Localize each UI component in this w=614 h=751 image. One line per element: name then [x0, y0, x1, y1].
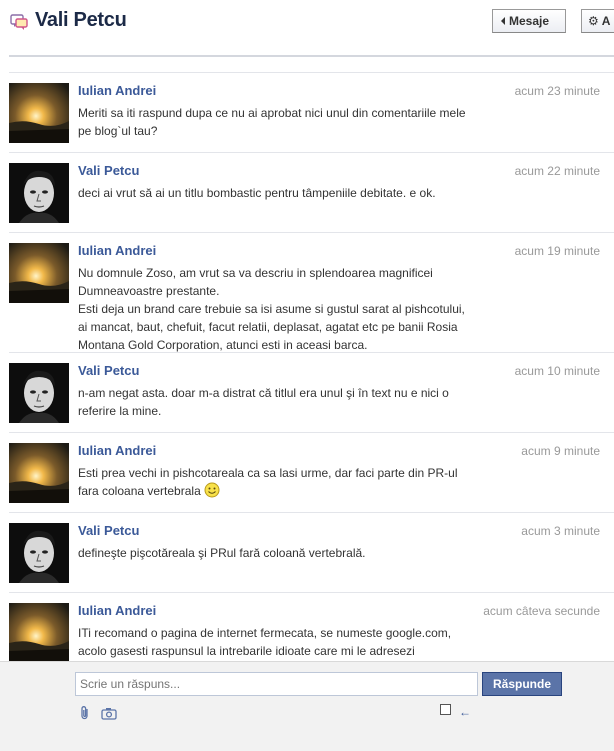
- message-item: Vali Petcu acum 3 minute defineşte pişcotă…: [9, 513, 614, 593]
- message-line: Esti deja un brand care trebuie sa isi a…: [78, 300, 508, 318]
- message-author[interactable]: Vali Petcu: [78, 363, 139, 378]
- message-line-text: Montana Gold Corporation, atunci esti in…: [78, 338, 368, 352]
- message-line: Montana Gold Corporation, atunci esti in…: [78, 336, 508, 354]
- header-divider: [9, 55, 614, 57]
- actions-button[interactable]: ⚙ A: [581, 9, 614, 33]
- message-timestamp: acum câteva secunde: [483, 604, 600, 618]
- message-item: Vali Petcu acum 10 minute n-am negat asta.…: [9, 353, 614, 433]
- message-item: Iulian Andrei acum 23 minute Meriti sa iti…: [9, 73, 614, 153]
- message-line-text: n-am negat asta. doar m-a distrat că tit…: [78, 386, 449, 400]
- camera-icon[interactable]: [101, 707, 117, 720]
- message-timestamp: acum 3 minute: [521, 524, 600, 538]
- message-text: deci ai vrut să ai un titlu bombastic pe…: [78, 184, 508, 202]
- portrait-avatar[interactable]: [9, 363, 69, 423]
- messages-back-button[interactable]: Mesaje: [492, 9, 566, 33]
- message-text: defineşte pişcotăreala şi PRul fară colo…: [78, 544, 508, 562]
- message-author[interactable]: Iulian Andrei: [78, 83, 156, 98]
- reply-composer: Răspunde ←: [0, 661, 614, 751]
- message-item: Iulian Andrei acum 9 minute Esti prea vech…: [9, 433, 614, 513]
- message-line-text: Esti deja un brand care trebuie sa isi a…: [78, 302, 465, 316]
- sunset-avatar[interactable]: [9, 603, 69, 663]
- message-line: Esti prea vechi in pishcotareala ca sa l…: [78, 464, 508, 482]
- portrait-avatar[interactable]: [9, 163, 69, 223]
- message-text: n-am negat asta. doar m-a distrat că tit…: [78, 384, 508, 420]
- message-line-text: acolo gasesti raspunsul la intrebarile i…: [78, 644, 415, 658]
- back-arrow-icon: [501, 17, 505, 26]
- message-line: fara coloana vertebrala: [78, 482, 508, 500]
- message-line-text: Esti prea vechi in pishcotareala ca sa l…: [78, 466, 458, 480]
- message-line-text: ai mancat, baut, chefuit, facut relatii,…: [78, 320, 458, 334]
- message-line-text: ITi recomand o pagina de internet fermec…: [78, 626, 452, 640]
- message-author[interactable]: Vali Petcu: [78, 163, 139, 178]
- message-item: Iulian Andrei acum 19 minute Nu domnule Zo…: [9, 233, 614, 353]
- reply-button[interactable]: Răspunde: [482, 672, 562, 696]
- sunset-avatar[interactable]: [9, 83, 69, 143]
- message-line: ai mancat, baut, chefuit, facut relatii,…: [78, 318, 508, 336]
- message-line-text: Dumneavoastre prestante.: [78, 284, 220, 298]
- message-line-text: fara coloana vertebrala: [78, 484, 201, 498]
- portrait-avatar[interactable]: [9, 523, 69, 583]
- actions-label: A: [601, 14, 611, 28]
- message-line: Meriti sa iti raspund dupa ce nu ai apro…: [78, 104, 508, 122]
- message-line: acolo gasesti raspunsul la intrebarile i…: [78, 642, 508, 660]
- reply-input[interactable]: [75, 672, 478, 696]
- message-author[interactable]: Iulian Andrei: [78, 243, 156, 258]
- smiley-icon: [204, 482, 220, 498]
- conversation-title: Vali Petcu: [35, 9, 127, 31]
- message-line: defineşte pişcotăreala şi PRul fară colo…: [78, 544, 508, 562]
- message-author[interactable]: Vali Petcu: [78, 523, 139, 538]
- message-line-text: defineşte pişcotăreala şi PRul fară colo…: [78, 546, 366, 560]
- message-timestamp: acum 10 minute: [514, 364, 600, 378]
- message-line: pe blog`ul tau?: [78, 122, 508, 140]
- gear-icon: ⚙: [588, 14, 599, 28]
- sunset-avatar[interactable]: [9, 443, 69, 503]
- message-timestamp: acum 22 minute: [514, 164, 600, 178]
- message-line: Nu domnule Zoso, am vrut sa va descriu i…: [78, 264, 508, 282]
- message-thread: Iulian Andrei acum 23 minute Meriti sa iti…: [0, 73, 614, 673]
- message-line-text: Nu domnule Zoso, am vrut sa va descriu i…: [78, 266, 433, 280]
- enter-key-icon: ←: [459, 705, 471, 719]
- message-timestamp: acum 19 minute: [514, 244, 600, 258]
- messages-icon: [10, 14, 28, 30]
- message-timestamp: acum 23 minute: [514, 84, 600, 98]
- message-line: deci ai vrut să ai un titlu bombastic pe…: [78, 184, 508, 202]
- conversation-header: Vali Petcu Mesaje ⚙ A: [0, 0, 614, 44]
- message-text: Meriti sa iti raspund dupa ce nu ai apro…: [78, 104, 508, 140]
- message-line-text: deci ai vrut să ai un titlu bombastic pe…: [78, 186, 436, 200]
- message-line: n-am negat asta. doar m-a distrat că tit…: [78, 384, 508, 402]
- message-line-text: pe blog`ul tau?: [78, 124, 158, 138]
- message-text: Nu domnule Zoso, am vrut sa va descriu i…: [78, 264, 508, 354]
- message-line: ITi recomand o pagina de internet fermec…: [78, 624, 508, 642]
- paperclip-icon[interactable]: [79, 705, 91, 721]
- message-text: Esti prea vechi in pishcotareala ca sa l…: [78, 464, 508, 500]
- sunset-avatar[interactable]: [9, 243, 69, 303]
- message-line-text: referire la mine.: [78, 404, 162, 418]
- message-line: Dumneavoastre prestante.: [78, 282, 508, 300]
- message-author[interactable]: Iulian Andrei: [78, 443, 156, 458]
- message-line-text: Meriti sa iti raspund dupa ce nu ai apro…: [78, 106, 466, 120]
- press-enter-checkbox[interactable]: [440, 704, 451, 715]
- message-text: ITi recomand o pagina de internet fermec…: [78, 624, 508, 660]
- message-timestamp: acum 9 minute: [521, 444, 600, 458]
- message-line: referire la mine.: [78, 402, 508, 420]
- message-author[interactable]: Iulian Andrei: [78, 603, 156, 618]
- message-item: Vali Petcu acum 22 minute deci ai vrut să …: [9, 153, 614, 233]
- messages-back-label: Mesaje: [509, 14, 550, 28]
